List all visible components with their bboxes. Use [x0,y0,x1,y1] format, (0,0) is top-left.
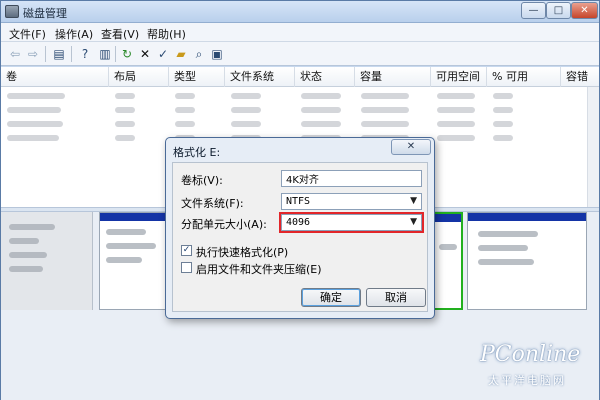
column-filesystem[interactable]: 文件系统 [225,67,295,87]
menu-view[interactable]: 查看(V) [101,26,139,42]
compression-label: 启用文件和文件夹压缩(E) [196,263,322,276]
help-icon[interactable]: ? [77,46,93,62]
back-arrow-icon[interactable]: ⇦ [7,46,23,62]
properties-sheet-icon[interactable]: ▥ [97,46,113,62]
menu-file[interactable]: 文件(F) [9,26,46,42]
properties-icon[interactable]: ▤ [51,46,67,62]
volume-label-input[interactable] [281,170,422,187]
partition-block[interactable] [467,212,587,310]
disk-label-block[interactable] [1,212,93,310]
watermark-subtitle: 太平洋电脑网 [488,374,566,387]
quick-format-checkbox[interactable]: ✓ [181,245,192,256]
chevron-down-icon[interactable]: ▼ [410,196,417,206]
dialog-close-button[interactable]: ✕ [391,139,431,155]
column-fault-tolerance[interactable]: 容错 [561,67,599,87]
folder-icon[interactable]: ▰ [173,46,189,62]
vertical-scrollbar[interactable] [587,87,599,207]
selected-partition-block[interactable] [431,212,463,310]
search-icon[interactable]: ⌕ [191,46,207,62]
disk-management-icon [5,5,19,18]
format-dialog: 格式化 E: ✕ 卷标(V): 文件系统(F): NTFS ▼ 分配单元大小(A… [165,137,435,319]
forward-arrow-icon[interactable]: ⇨ [25,46,41,62]
partition-block[interactable] [99,212,171,310]
toolbar-separator [115,46,116,62]
partition-header-bar [433,214,461,222]
compression-checkbox[interactable] [181,262,192,273]
allocation-unit-label: 分配单元大小(A): [181,218,267,231]
check-icon[interactable]: ✓ [155,46,171,62]
watermark-brand: PConline [480,342,581,367]
dialog-title: 格式化 E: [173,146,221,159]
toolbar-separator [45,46,46,62]
refresh-icon[interactable]: ↻ [119,46,135,62]
cancel-button[interactable]: 取消 [366,288,426,307]
column-layout[interactable]: 布局 [109,67,169,87]
column-percent-free[interactable]: % 可用 [487,67,561,87]
column-status[interactable]: 状态 [295,67,355,87]
menu-bar: 文件(F) 操作(A) 查看(V) 帮助(H) [1,23,599,42]
disk-check-icon[interactable]: ▣ [209,46,225,62]
maximize-button[interactable]: □ [546,2,571,19]
dialog-body: 卷标(V): 文件系统(F): NTFS ▼ 分配单元大小(A): 4096 ▼… [172,162,428,312]
volume-table-header: 卷 布局 类型 文件系统 状态 容量 可用空间 % 可用 容错 [1,67,599,87]
red-highlight-box [279,212,424,233]
close-button[interactable]: ✕ [571,2,598,19]
filesystem-value: NTFS [286,196,311,207]
column-type[interactable]: 类型 [169,67,225,87]
table-row[interactable] [1,103,599,117]
filesystem-select[interactable]: NTFS ▼ [281,193,422,210]
filesystem-label: 文件系统(F): [181,197,244,210]
column-capacity[interactable]: 容量 [355,67,431,87]
toolbar-separator [71,46,72,62]
column-free-space[interactable]: 可用空间 [431,67,487,87]
table-row[interactable] [1,89,599,103]
minimize-button[interactable]: — [521,2,546,19]
column-volume[interactable]: 卷 [1,67,109,87]
toolbar: ⇦ ⇨ ▤ ? ▥ ↻ ✕ ✓ ▰ ⌕ ▣ [1,42,599,66]
menu-help[interactable]: 帮助(H) [147,26,186,42]
quick-format-label: 执行快速格式化(P) [196,246,289,259]
volume-label-label: 卷标(V): [181,174,223,187]
window-title: 磁盘管理 [23,7,67,20]
pconline-watermark: PConline 太平洋电脑网 [470,342,598,398]
partition-header-bar [100,213,170,221]
menu-action[interactable]: 操作(A) [55,26,93,42]
delete-icon[interactable]: ✕ [137,46,153,62]
title-bar[interactable]: 磁盘管理 — □ ✕ [1,1,599,23]
ok-button[interactable]: 确定 [301,288,361,307]
partition-header-bar [468,213,586,221]
table-row[interactable] [1,117,599,131]
